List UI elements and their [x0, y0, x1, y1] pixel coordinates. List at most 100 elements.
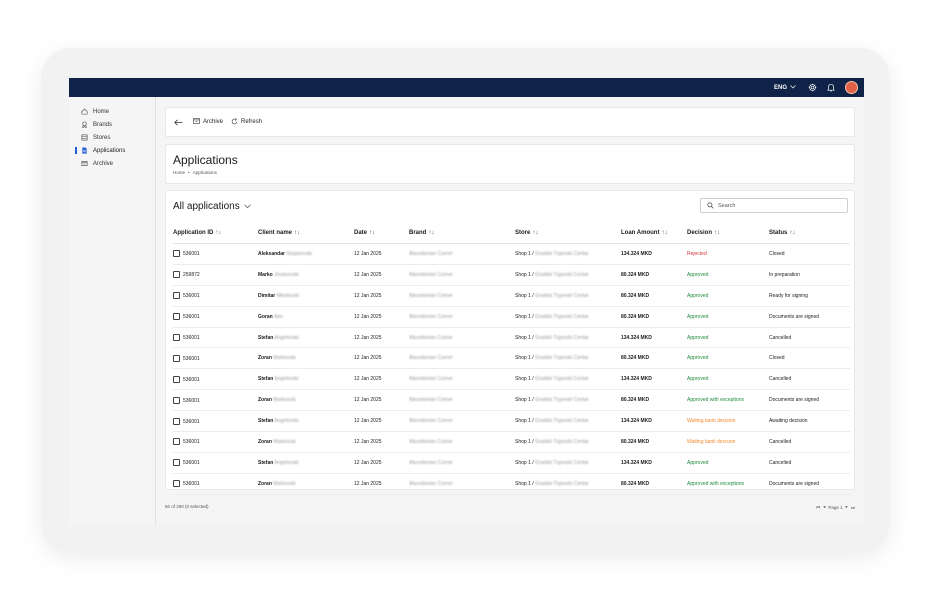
sort-icon: ↑↓ [428, 230, 435, 236]
prev-page-icon[interactable]: ◂ [823, 504, 825, 510]
sidebar-item-label: Archive [93, 160, 114, 167]
cell-client-name: Stefan Angelovski [258, 327, 354, 349]
cell-decision: Approved [687, 368, 769, 391]
cell-application-id: 536001 [173, 452, 258, 474]
column-header-application-id[interactable]: Application ID ↑↓ [173, 223, 258, 244]
cell-store: Shop 1 / Gradski Trgovski Centar [515, 389, 621, 412]
cell-date: 12 Jan 2025 [354, 431, 409, 453]
table-row[interactable]: 536001 Stefan Angelovski 12 Jan 2025 Macedo… [173, 452, 850, 474]
cell-status: Closed [769, 347, 850, 370]
cell-decision: Waiting bank decision [687, 431, 769, 453]
language-label: ENG [773, 84, 787, 91]
cell-application-id: 536001 [173, 410, 258, 433]
top-bar: ENG [69, 78, 864, 97]
column-header-loan-amount[interactable]: Loan Amount ↑↓ [621, 223, 687, 244]
table-row[interactable]: 536001 Stefan Angelovski 12 Jan 2025 Macedo… [173, 327, 850, 349]
cell-client-name: Stefan Angelovski [258, 452, 354, 474]
column-header-client-name[interactable]: Client name ↑↓ [258, 223, 354, 244]
back-arrow-icon[interactable] [174, 119, 183, 126]
sidebar-item-brands[interactable]: Brands [69, 118, 155, 131]
cell-store: Shop 1 / Gradski Trgovski Centar [515, 285, 621, 307]
view-selector[interactable]: All applications [173, 201, 251, 212]
sidebar-item-label: Stores [93, 134, 111, 141]
chevron-down-icon [790, 84, 796, 91]
pagination: ⏮ ◂ Page 1 ▸ ⏭ [816, 504, 855, 510]
sidebar-item-applications[interactable]: Applications [69, 144, 155, 157]
sidebar-item-label: Applications [93, 147, 126, 154]
cell-loan-amount: 80.324 MKD [621, 431, 687, 453]
column-header-store[interactable]: Store ↑↓ [515, 223, 621, 244]
cell-application-id: 536001 [173, 285, 258, 307]
cell-application-id: 536001 [173, 347, 258, 370]
page-indicator: Page 1 [828, 504, 843, 510]
cell-application-id: 536001 [173, 389, 258, 412]
table-row[interactable]: 536001 Dimitar Nikolovski 12 Jan 2025 Maced… [173, 285, 850, 307]
cell-date: 12 Jan 2025 [354, 368, 409, 391]
cell-status: Documents are signed [769, 389, 850, 412]
row-checkbox[interactable] [173, 438, 180, 446]
row-checkbox[interactable] [173, 459, 180, 467]
cell-decision: Approved [687, 327, 769, 349]
column-header-brand[interactable]: Brand ↑↓ [409, 223, 515, 244]
cell-status: Cancelled [769, 431, 850, 453]
table-row[interactable]: 536001 Stefan Angelovski 12 Jan 2025 Macedo… [173, 368, 850, 391]
cell-loan-amount: 80.324 MKD [621, 306, 687, 328]
table-row[interactable]: 259872 Marko Jovanovski 12 Jan 2025 Macedon… [173, 264, 850, 286]
cell-loan-amount: 134.324 MKD [621, 327, 687, 349]
language-selector[interactable]: ENG [774, 85, 796, 91]
cell-store: Shop 1 / Gradski Trgovski Centar [515, 473, 621, 495]
cell-date: 12 Jan 2025 [354, 306, 409, 328]
next-page-icon[interactable]: ▸ [846, 504, 848, 510]
row-checkbox[interactable] [173, 250, 180, 258]
table-row[interactable]: 536001 Zoran Markovski 12 Jan 2025 Macedoni… [173, 473, 850, 495]
toolbar: Archive Refresh [165, 107, 855, 137]
cell-store: Shop 1 / Gradski Trgovski Centar [515, 347, 621, 370]
gear-icon[interactable] [808, 83, 817, 92]
sidebar-item-stores[interactable]: Stores [69, 131, 155, 144]
cell-store: Shop 1 / Gradski Trgovski Centar [515, 264, 621, 286]
row-checkbox[interactable] [173, 354, 180, 362]
breadcrumb: Home • Applications [173, 170, 854, 175]
cell-application-id: 536001 [173, 431, 258, 453]
row-checkbox[interactable] [173, 271, 180, 279]
row-checkbox[interactable] [173, 417, 180, 425]
row-checkbox[interactable] [173, 334, 180, 341]
archive-button[interactable]: Archive [193, 118, 223, 126]
row-checkbox[interactable] [173, 480, 180, 488]
table-row[interactable]: 536001 Goran Iliev 12 Jan 2025 Macedonian C… [173, 306, 850, 328]
cell-brand: Macedonian Corner [409, 389, 515, 412]
cell-brand: Macedonian Corner [409, 473, 515, 495]
table-row[interactable]: 536001 Zoran Markovski 12 Jan 2025 Macedoni… [173, 347, 850, 370]
first-page-icon[interactable]: ⏮ [816, 505, 820, 510]
row-checkbox[interactable] [173, 313, 180, 321]
search-input[interactable]: Search [700, 198, 848, 213]
refresh-button[interactable]: Refresh [231, 117, 262, 127]
cell-loan-amount: 80.324 MKD [621, 347, 687, 370]
cell-decision: Approved [687, 452, 769, 474]
row-checkbox[interactable] [173, 375, 180, 383]
column-header-date[interactable]: Date ↑↓ [354, 223, 409, 244]
cell-client-name: Zoran Markovski [258, 389, 354, 412]
cell-application-id: 536001 [173, 327, 258, 349]
search-icon [707, 202, 714, 209]
table-row[interactable]: 536001 Zoran Markovski 12 Jan 2025 Macedoni… [173, 431, 850, 453]
row-checkbox[interactable] [173, 292, 180, 300]
last-page-icon[interactable]: ⏭ [851, 505, 855, 510]
column-header-decision[interactable]: Decision ↑↓ [687, 223, 769, 244]
cell-decision: Approved with exceptions [687, 473, 769, 495]
avatar[interactable] [845, 81, 858, 94]
cell-loan-amount: 134.324 MKD [621, 243, 687, 265]
column-header-status[interactable]: Status ↑↓ [769, 223, 850, 244]
refresh-icon [231, 117, 238, 127]
table-row[interactable]: 536001 Stefan Angelovski 12 Jan 2025 Macedo… [173, 410, 850, 433]
sidebar-item-home[interactable]: Home [69, 105, 155, 118]
sort-icon: ↑↓ [294, 230, 301, 236]
sidebar-item-archive[interactable]: Archive [69, 157, 155, 170]
bell-icon[interactable] [827, 83, 835, 92]
breadcrumb-home[interactable]: Home [173, 170, 185, 175]
row-checkbox[interactable] [173, 396, 180, 404]
cell-decision: Waiting bank decision [687, 410, 769, 433]
cell-store: Shop 1 / Gradski Trgovski Centar [515, 368, 621, 391]
table-row[interactable]: 536001 Aleksandar Stojanovski 12 Jan 2025 M… [173, 243, 850, 265]
table-row[interactable]: 536001 Zoran Markovski 12 Jan 2025 Macedoni… [173, 389, 850, 412]
